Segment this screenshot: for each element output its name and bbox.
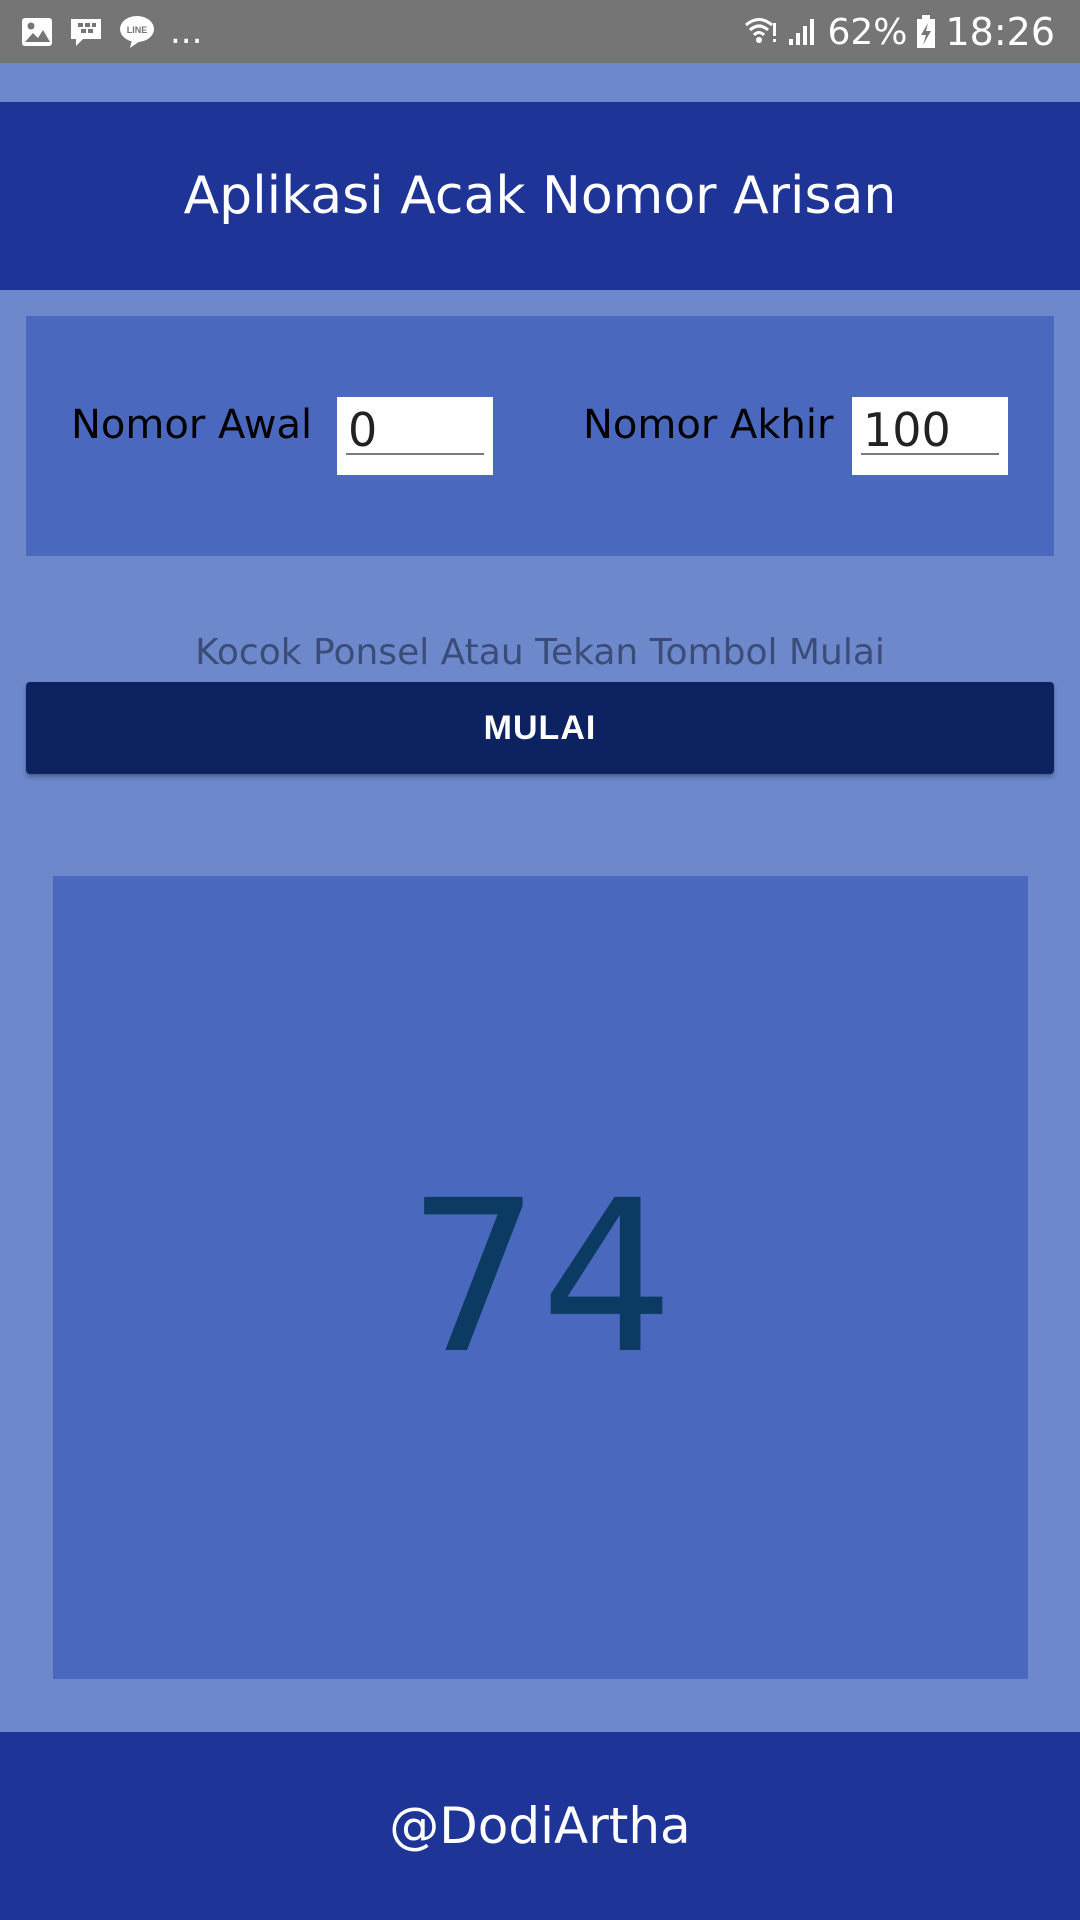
app-header: Aplikasi Acak Nomor Arisan: [0, 102, 1080, 290]
start-button[interactable]: MULAI: [26, 682, 1054, 774]
line-icon: LINE: [118, 14, 156, 50]
start-number-input[interactable]: 0: [337, 397, 493, 475]
end-number-underline: [861, 453, 999, 455]
random-number-result: 74: [406, 1154, 675, 1400]
result-box: 74: [53, 876, 1028, 1679]
range-panel: Nomor Awal 0 Nomor Akhir 100: [26, 316, 1054, 556]
start-number-underline: [346, 453, 484, 455]
status-bar: LINE ... 62% 18:26: [0, 0, 1080, 63]
start-number-label: Nomor Awal: [71, 402, 313, 448]
signal-icon: [787, 15, 819, 49]
notification-icons: LINE ...: [20, 12, 202, 52]
bbm-icon: [68, 15, 104, 49]
battery-charging-icon: [915, 14, 937, 50]
app-footer: @DodiArtha: [0, 1732, 1080, 1920]
end-number-value[interactable]: 100: [863, 405, 951, 455]
end-number-input[interactable]: 100: [852, 397, 1008, 475]
image-icon: [20, 15, 54, 49]
shake-hint-text: Kocok Ponsel Atau Tekan Tombol Mulai: [195, 632, 885, 673]
start-number-value[interactable]: 0: [348, 405, 377, 455]
author-credit: @DodiArtha: [389, 1797, 691, 1855]
battery-percentage: 62%: [827, 11, 908, 53]
wifi-icon: [743, 15, 779, 49]
system-indicators: 62% 18:26: [743, 10, 1055, 54]
clock: 18:26: [945, 10, 1055, 54]
more-notifications-indicator: ...: [170, 12, 203, 52]
end-number-label: Nomor Akhir: [583, 402, 834, 448]
svg-text:LINE: LINE: [127, 25, 148, 35]
page-title: Aplikasi Acak Nomor Arisan: [183, 166, 897, 226]
